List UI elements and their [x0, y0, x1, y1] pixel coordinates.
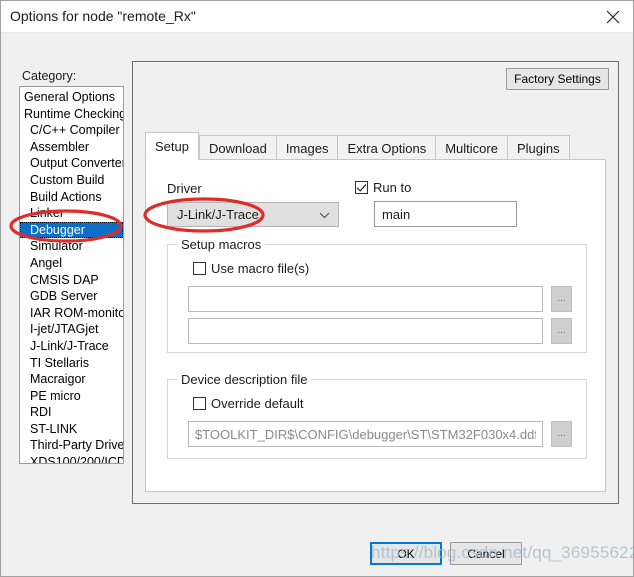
tab-plugins[interactable]: Plugins	[506, 135, 570, 160]
driver-select[interactable]: J-Link/J-Trace	[167, 202, 339, 227]
tab-strip: Setup Download Images Extra Options Mult…	[145, 132, 570, 160]
tab-setup[interactable]: Setup	[145, 132, 199, 160]
category-item-st-link[interactable]: ST-LINK	[20, 421, 123, 438]
category-label: Category:	[22, 69, 77, 83]
category-item-iar-rom-monitor[interactable]: IAR ROM-monitor	[20, 305, 123, 322]
category-item-macraigor[interactable]: Macraigor	[20, 371, 123, 388]
close-icon	[606, 10, 619, 23]
close-button[interactable]	[590, 1, 633, 32]
category-item-custom-build[interactable]: Custom Build	[20, 172, 123, 189]
options-panel: Factory Settings Setup Download Images E…	[132, 61, 619, 504]
factory-settings-button[interactable]: Factory Settings	[506, 68, 609, 90]
category-item-ti-stellaris[interactable]: TI Stellaris	[20, 355, 123, 372]
category-item-general-options[interactable]: General Options	[20, 89, 123, 106]
setup-macros-group: Setup macros Use macro file(s) ... ...	[167, 237, 587, 353]
category-item-i-jet-jtagjet[interactable]: I-jet/JTAGjet	[20, 321, 123, 338]
options-dialog: Options for node "remote_Rx" Category: G…	[0, 0, 634, 577]
setup-macros-title: Setup macros	[177, 237, 266, 252]
tab-download[interactable]: Download	[198, 135, 276, 160]
use-macro-files-checkbox[interactable]: Use macro file(s)	[188, 261, 309, 276]
category-item-gdb-server[interactable]: GDB Server	[20, 288, 123, 305]
override-default-checkbox-box	[193, 397, 206, 410]
category-item-pe-micro[interactable]: PE micro	[20, 388, 123, 405]
run-to-checkbox-box	[355, 181, 368, 194]
category-item-third-party-driver[interactable]: Third-Party Driver	[20, 437, 123, 454]
category-item-xds100-200-icdi[interactable]: XDS100/200/ICDI	[20, 454, 123, 463]
macro-file-2-browse-button[interactable]: ...	[551, 318, 572, 344]
macro-file-1-input[interactable]	[188, 286, 543, 312]
category-item-simulator[interactable]: Simulator	[20, 238, 123, 255]
device-description-group: Device description file Override default…	[167, 372, 587, 459]
category-item-linker[interactable]: Linker	[20, 205, 123, 222]
tab-extra-options[interactable]: Extra Options	[337, 135, 436, 160]
run-to-label: Run to	[373, 180, 412, 195]
macro-file-1-browse-button[interactable]: ...	[551, 286, 572, 312]
driver-label: Driver	[167, 181, 202, 196]
device-description-browse-button[interactable]: ...	[551, 421, 572, 447]
tab-images[interactable]: Images	[275, 135, 338, 160]
category-item-j-link-j-trace[interactable]: J-Link/J-Trace	[20, 338, 123, 355]
category-item-build-actions[interactable]: Build Actions	[20, 189, 123, 206]
override-default-checkbox[interactable]: Override default	[188, 396, 304, 411]
title-bar: Options for node "remote_Rx"	[1, 1, 633, 33]
category-item-debugger[interactable]: Debugger	[20, 221, 123, 239]
device-description-path-input[interactable]	[188, 421, 543, 447]
run-to-checkbox[interactable]: Run to	[355, 180, 411, 195]
category-item-runtime-checking[interactable]: Runtime Checking	[20, 106, 123, 123]
run-to-input[interactable]	[374, 201, 517, 227]
cancel-button[interactable]: Cancel	[450, 542, 522, 565]
macro-file-2-input[interactable]	[188, 318, 543, 344]
category-item-angel[interactable]: Angel	[20, 255, 123, 272]
category-item-rdi[interactable]: RDI	[20, 404, 123, 421]
window-title: Options for node "remote_Rx"	[10, 8, 196, 24]
use-macro-files-checkbox-box	[193, 262, 206, 275]
category-list[interactable]: General Options Runtime Checking C/C++ C…	[19, 86, 124, 464]
chevron-down-icon	[319, 212, 330, 219]
tab-multicore[interactable]: Multicore	[435, 135, 507, 160]
use-macro-files-label: Use macro file(s)	[211, 261, 310, 276]
ok-button[interactable]: OK	[370, 542, 442, 565]
setup-tab-page: Driver J-Link/J-Trace Run to Setup macro…	[145, 159, 606, 492]
driver-select-value: J-Link/J-Trace	[177, 207, 259, 222]
override-default-label: Override default	[211, 396, 304, 411]
category-item-cmsis-dap[interactable]: CMSIS DAP	[20, 272, 123, 289]
category-item-c-cpp-compiler[interactable]: C/C++ Compiler	[20, 122, 123, 139]
category-item-output-converter[interactable]: Output Converter	[20, 155, 123, 172]
category-item-assembler[interactable]: Assembler	[20, 139, 123, 156]
device-description-title: Device description file	[177, 372, 312, 387]
